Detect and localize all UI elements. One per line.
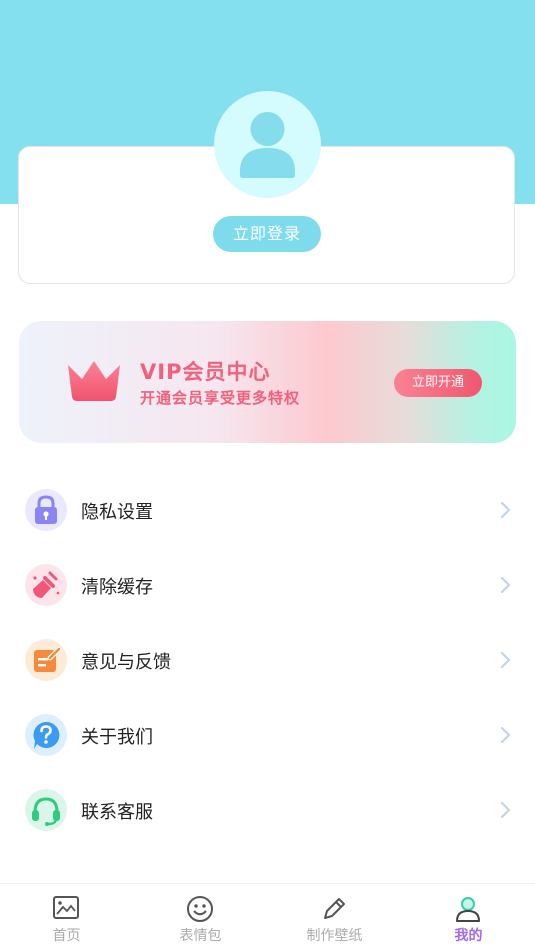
vip-title: VIP会员中心 <box>140 360 271 384</box>
tab-make-wallpaper[interactable]: 制作壁纸 <box>268 884 401 952</box>
menu-item-label: 意见与反馈 <box>81 652 171 673</box>
user-icon <box>456 897 480 922</box>
menu-item-about[interactable]: 关于我们 <box>0 698 535 773</box>
tab-label: 首页 <box>52 928 81 944</box>
menu-item-feedback[interactable]: 意见与反馈 <box>0 623 535 698</box>
pencil-icon <box>324 898 345 919</box>
menu-item-label: 隐私设置 <box>81 502 153 523</box>
chevron-right-icon <box>500 576 511 594</box>
menu-item-customer-service[interactable]: 联系客服 <box>0 773 535 848</box>
tab-label: 表情包 <box>179 928 222 944</box>
menu-item-label: 关于我们 <box>81 727 153 748</box>
tab-mine[interactable]: 我的 <box>402 884 535 952</box>
crown-icon <box>68 361 120 401</box>
tab-label: 制作壁纸 <box>306 928 363 944</box>
smiley-icon <box>187 896 213 922</box>
user-icon <box>240 112 295 178</box>
vip-open-button[interactable]: 立即开通 <box>394 369 482 397</box>
menu-item-label: 清除缓存 <box>81 577 153 598</box>
menu-item-privacy[interactable]: 隐私设置 <box>0 473 535 548</box>
headset-icon <box>25 789 67 831</box>
tab-label: 我的 <box>454 928 483 944</box>
tab-stickers[interactable]: 表情包 <box>134 884 267 952</box>
chevron-right-icon <box>500 651 511 669</box>
avatar[interactable] <box>214 91 321 198</box>
question-icon <box>25 714 67 756</box>
vip-banner[interactable]: VIP会员中心 开通会员享受更多特权 立即开通 <box>19 321 516 443</box>
bottom-tab-bar: 首页 表情包 制作壁纸 我的 <box>0 883 535 952</box>
chevron-right-icon <box>500 726 511 744</box>
vip-subtitle: 开通会员享受更多特权 <box>140 389 301 407</box>
lock-icon <box>25 489 67 531</box>
menu-item-label: 联系客服 <box>81 802 153 823</box>
menu-item-clear-cache[interactable]: 清除缓存 <box>0 548 535 623</box>
tab-home[interactable]: 首页 <box>0 884 133 952</box>
broom-icon <box>25 564 67 606</box>
chevron-right-icon <box>500 801 511 819</box>
image-icon <box>53 896 79 919</box>
edit-note-icon <box>25 639 67 681</box>
login-button[interactable]: 立即登录 <box>213 216 321 252</box>
chevron-right-icon <box>500 501 511 519</box>
